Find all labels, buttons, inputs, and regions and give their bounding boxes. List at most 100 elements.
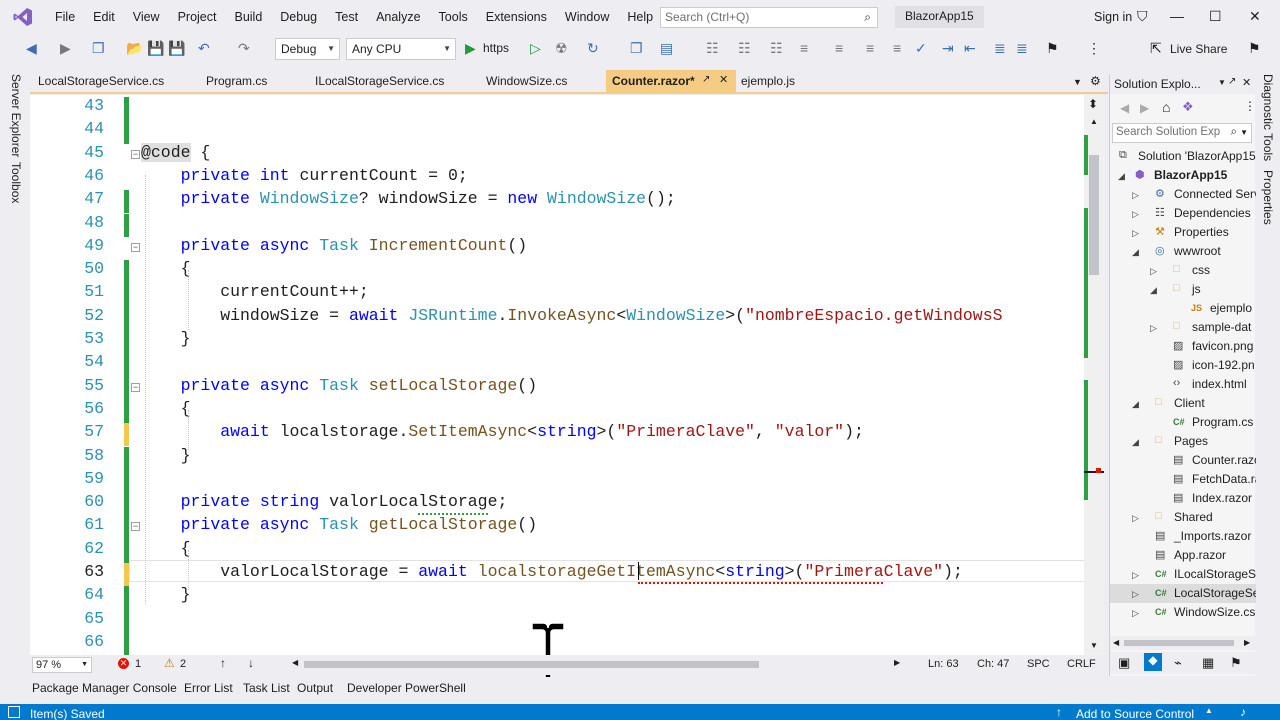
menu-analyze[interactable]: Analyze bbox=[367, 10, 429, 24]
next-issue-icon[interactable]: ↓ bbox=[248, 656, 254, 670]
tree-item[interactable]: ▨ favicon.png bbox=[1110, 337, 1256, 356]
tab-task-list[interactable]: Task List bbox=[243, 681, 290, 695]
run-target-button[interactable]: https bbox=[483, 41, 509, 55]
code-line[interactable]: private async Task IncrementCount() bbox=[141, 236, 528, 255]
scroll-left-icon[interactable]: ◀ bbox=[1113, 638, 1119, 647]
collapse-region-icon[interactable]: − bbox=[131, 522, 140, 532]
step-icon[interactable]: ⇥ bbox=[942, 40, 954, 57]
tab-error-list[interactable]: Error List bbox=[184, 681, 233, 695]
expand-arrow-icon[interactable]: ▷ bbox=[1132, 209, 1139, 220]
menu-project[interactable]: Project bbox=[169, 10, 226, 24]
tree-item[interactable]: ▷ C# LocalStorageSe bbox=[1110, 584, 1256, 603]
undo-icon[interactable]: ↶ bbox=[198, 40, 210, 57]
collapse-arrow-icon[interactable]: ◢ bbox=[1118, 171, 1125, 182]
tab-counter-razor[interactable]: Counter.razor* ↗ ✕ bbox=[606, 70, 736, 94]
error-count[interactable]: 1 bbox=[135, 658, 141, 670]
bookmark-icon[interactable]: ⚑ bbox=[1046, 40, 1059, 57]
tree-item[interactable]: ◢ □ Client bbox=[1110, 394, 1256, 413]
menu-build[interactable]: Build bbox=[225, 10, 271, 24]
tree-item[interactable]: ▷ ⚙ Connected Serv bbox=[1110, 185, 1256, 204]
toolbar-overflow-icon[interactable]: ⋮ bbox=[1087, 40, 1101, 57]
align2-icon[interactable]: ≡ bbox=[835, 40, 843, 56]
code-line[interactable]: private WindowSize? windowSize = new Win… bbox=[141, 189, 676, 208]
collapse-region-icon[interactable]: − bbox=[131, 242, 140, 252]
menu-file[interactable]: File bbox=[46, 10, 84, 24]
line-indicator[interactable]: Ln: 63 bbox=[928, 658, 959, 670]
tree-item[interactable]: ◢ □ Pages bbox=[1110, 432, 1256, 451]
code-line[interactable]: private string valorLocalStorage; bbox=[141, 492, 508, 511]
tree-item[interactable]: ▷ □ css bbox=[1110, 261, 1256, 280]
menu-tools[interactable]: Tools bbox=[430, 10, 477, 24]
notifications-icon[interactable]: ♪ bbox=[1240, 705, 1246, 719]
tree-item[interactable]: ◢ ⬢ BlazorApp15 bbox=[1110, 166, 1256, 185]
diagnostic-tools-tab[interactable]: Diagnostic Tools bbox=[1261, 74, 1275, 161]
scroll-thumb[interactable] bbox=[1089, 155, 1099, 275]
git-changes-icon[interactable]: ◆ bbox=[1144, 653, 1162, 671]
back-icon[interactable]: ◀ bbox=[26, 40, 37, 57]
align-icon[interactable]: ≡ bbox=[800, 40, 808, 56]
code-line[interactable]: private int currentCount = 0; bbox=[141, 166, 468, 185]
tree-item[interactable]: ▷ □ sample-dat bbox=[1110, 318, 1256, 337]
tree-item[interactable]: ▷ ☷ Dependencies bbox=[1110, 204, 1256, 223]
tab-program-cs[interactable]: Program.cs bbox=[206, 74, 267, 88]
code-editor[interactable]: 43 44 45 − 46 47 48 49 − 50 51 52 53 54 55 − 56 57 58 59 60 6… bbox=[30, 95, 1104, 694]
server-explorer-tab[interactable]: Server Explorer bbox=[9, 74, 23, 157]
tree-item[interactable]: ▷ C# WindowSize.cs bbox=[1110, 603, 1256, 622]
maximize-icon[interactable]: ☐ bbox=[1209, 8, 1222, 25]
expand-arrow-icon[interactable]: ▷ bbox=[1150, 266, 1157, 277]
expand-arrow-icon[interactable]: ▷ bbox=[1132, 190, 1139, 201]
menu-extensions[interactable]: Extensions bbox=[477, 10, 556, 24]
menu-test[interactable]: Test bbox=[326, 10, 367, 24]
editor-vertical-scrollbar[interactable]: ⬍ ▲ ▼ bbox=[1084, 95, 1104, 655]
collapse-arrow-icon[interactable]: ◢ bbox=[1150, 285, 1157, 296]
code-line[interactable]: await localstorage.SetItemAsync<string>(… bbox=[141, 422, 864, 441]
tree-item[interactable]: ▷ C# ILocalStorageSe bbox=[1110, 565, 1256, 584]
redo-icon[interactable]: ↷ bbox=[238, 40, 250, 57]
uncomment-icon[interactable]: ≣ bbox=[1016, 40, 1028, 57]
tab-package-manager-console[interactable]: Package Manager Console bbox=[32, 681, 177, 695]
code-line[interactable]: { bbox=[141, 259, 191, 278]
run-icon[interactable]: ▶ bbox=[465, 40, 476, 57]
collapse-region-icon[interactable]: − bbox=[131, 149, 140, 159]
tree-item[interactable]: ▤ Counter.razo bbox=[1110, 451, 1256, 470]
toolbox-tab[interactable]: Toolbox bbox=[9, 162, 23, 203]
tree-item[interactable]: ▤ FetchData.ra bbox=[1110, 470, 1256, 489]
solution-explorer-tab-icon[interactable]: ▣ bbox=[1118, 655, 1130, 671]
platform-dropdown[interactable]: Any CPU ▼ bbox=[346, 38, 456, 60]
scroll-right-icon[interactable]: ▶ bbox=[1244, 638, 1250, 647]
menu-edit[interactable]: Edit bbox=[84, 10, 124, 24]
scroll-left-icon[interactable]: ◀ bbox=[292, 658, 298, 667]
grid-icon[interactable]: ☷ bbox=[738, 40, 751, 57]
save-icon[interactable]: 💾 bbox=[147, 40, 164, 57]
expand-arrow-icon[interactable]: ▷ bbox=[1132, 513, 1139, 524]
expand-arrow-icon[interactable]: ▷ bbox=[1150, 323, 1157, 334]
start-without-debugging-icon[interactable]: ▷ bbox=[530, 40, 541, 57]
feedback-icon[interactable]: ⚑ bbox=[1248, 40, 1261, 57]
expand-arrow-icon[interactable]: ▷ bbox=[1132, 228, 1139, 239]
tab-localstorageservice-cs[interactable]: LocalStorageService.cs bbox=[38, 74, 164, 88]
code-line[interactable]: { bbox=[141, 399, 191, 418]
previous-issue-icon[interactable]: ↑ bbox=[220, 656, 226, 670]
line-ending-indicator[interactable]: CRLF bbox=[1067, 658, 1096, 670]
menu-help[interactable]: Help bbox=[618, 10, 662, 24]
tree-item[interactable]: JS ejemplo bbox=[1110, 299, 1256, 318]
expand-arrow-icon[interactable]: ▷ bbox=[1132, 570, 1139, 581]
tree-item[interactable]: ▤ _Imports.razor bbox=[1110, 527, 1256, 546]
collapse-arrow-icon[interactable]: ◢ bbox=[1132, 247, 1139, 258]
refresh-icon[interactable]: ↻ bbox=[587, 40, 599, 57]
code-line[interactable]: } bbox=[141, 585, 191, 604]
tab-output[interactable]: Output bbox=[297, 681, 333, 695]
tree-horizontal-scrollbar[interactable]: ◀ ▶ bbox=[1110, 636, 1256, 650]
pin-icon[interactable]: ↗ bbox=[702, 74, 710, 85]
error-icon[interactable]: ✕ bbox=[118, 658, 129, 669]
split-icon[interactable]: ⬍ bbox=[1088, 97, 1098, 111]
browser-link-icon[interactable]: ❐ bbox=[630, 40, 643, 57]
tree-item[interactable]: ⧉ Solution 'BlazorApp15 bbox=[1110, 147, 1256, 166]
menu-window[interactable]: Window bbox=[556, 10, 618, 24]
tree-item[interactable]: ▷ ⚒ Properties bbox=[1110, 223, 1256, 242]
settings-gear-icon[interactable]: ⚙ bbox=[1090, 74, 1101, 88]
step2-icon[interactable]: ⇤ bbox=[964, 40, 976, 57]
layout-icon[interactable]: ▤ bbox=[660, 40, 673, 57]
comment-icon[interactable]: ≣ bbox=[994, 40, 1006, 57]
align3-icon[interactable]: ≡ bbox=[866, 40, 874, 56]
